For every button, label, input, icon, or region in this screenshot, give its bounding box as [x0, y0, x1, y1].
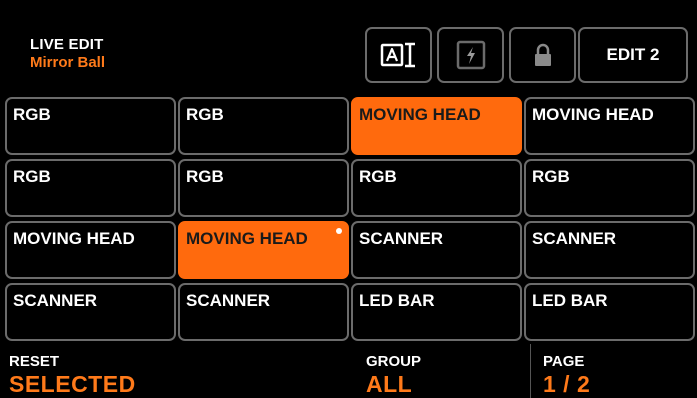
flash-icon [456, 40, 485, 70]
fixture-button[interactable]: RGB [524, 159, 695, 217]
fixture-button[interactable]: RGB [5, 97, 176, 155]
fixture-button[interactable]: LED BAR [524, 283, 695, 341]
footer-divider [530, 344, 531, 398]
lock-button[interactable] [509, 27, 576, 83]
fixture-button[interactable]: MOVING HEAD [178, 221, 349, 279]
live-edit-title: LIVE EDIT [30, 36, 104, 53]
reset-value[interactable]: SELECTED [9, 370, 136, 398]
fixture-button[interactable]: SCANNER [178, 283, 349, 341]
fixture-button[interactable]: RGB [351, 159, 522, 217]
fixture-grid: RGB RGB MOVING HEAD MOVING HEAD RGB RGB RGB RGB… [5, 97, 695, 342]
fixture-button[interactable]: RGB [5, 159, 176, 217]
fixture-label: LED BAR [359, 291, 435, 310]
fixture-label: RGB [186, 105, 224, 124]
fixture-label: RGB [13, 105, 51, 124]
fixture-label: SCANNER [359, 229, 444, 248]
fixture-button[interactable]: MOVING HEAD [351, 97, 522, 155]
fixture-button[interactable]: LED BAR [351, 283, 522, 341]
fixture-label: MOVING HEAD [359, 105, 481, 124]
edit-2-button[interactable]: EDIT 2 [578, 27, 688, 83]
reset-label[interactable]: RESET [9, 354, 59, 370]
fixture-label: LED BAR [532, 291, 608, 310]
fixture-label: RGB [532, 167, 570, 186]
group-value[interactable]: ALL [366, 370, 412, 398]
fixture-label: SCANNER [186, 291, 271, 310]
fixture-button[interactable]: SCANNER [5, 283, 176, 341]
fixture-label: MOVING HEAD [13, 229, 135, 248]
fixture-button[interactable]: RGB [178, 97, 349, 155]
lock-icon [534, 43, 551, 66]
fixture-label: RGB [359, 167, 397, 186]
text-cursor-icon [380, 42, 415, 68]
fixture-label: MOVING HEAD [186, 229, 308, 248]
fixture-button[interactable]: SCANNER [524, 221, 695, 279]
active-indicator-dot [336, 228, 342, 234]
fixture-label: SCANNER [13, 291, 98, 310]
fixture-button[interactable]: SCANNER [351, 221, 522, 279]
fixture-label: RGB [13, 167, 51, 186]
fixture-label: MOVING HEAD [532, 105, 654, 124]
group-label[interactable]: GROUP [366, 354, 421, 370]
text-edit-button[interactable] [365, 27, 432, 83]
flash-button[interactable] [437, 27, 504, 83]
fixture-button[interactable]: MOVING HEAD [5, 221, 176, 279]
fixture-button[interactable]: RGB [178, 159, 349, 217]
fixture-label: RGB [186, 167, 224, 186]
fixture-name: Mirror Ball [30, 54, 106, 71]
fixture-label: SCANNER [532, 229, 617, 248]
page-label[interactable]: PAGE [543, 354, 584, 370]
page-value[interactable]: 1 / 2 [543, 370, 590, 398]
edit-2-label: EDIT 2 [606, 45, 660, 64]
fixture-button[interactable]: MOVING HEAD [524, 97, 695, 155]
